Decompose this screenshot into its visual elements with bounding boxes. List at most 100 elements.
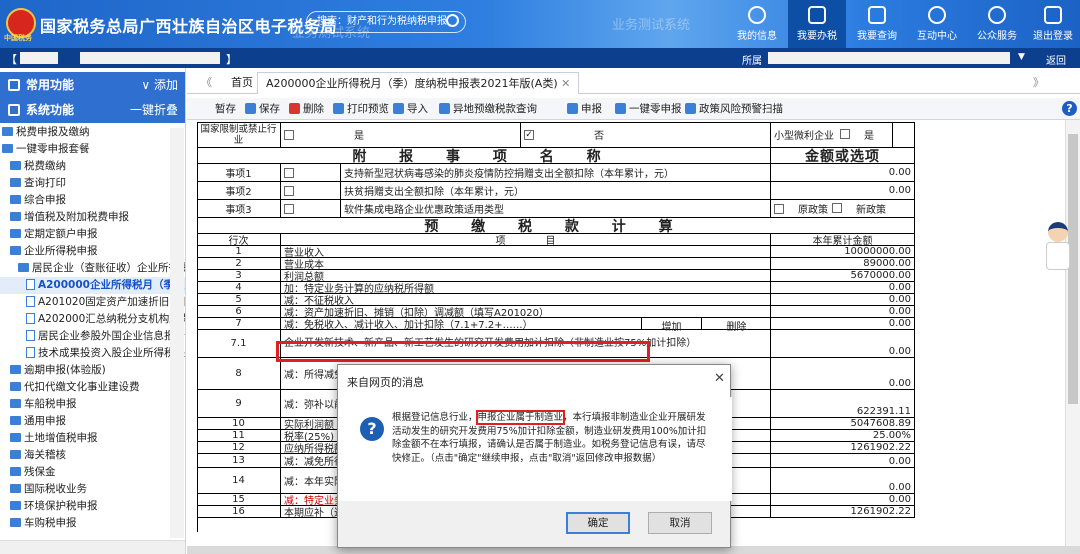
row-amount[interactable]: 89000.00: [771, 258, 915, 269]
matter-value[interactable]: 0.00: [771, 164, 915, 181]
sidebar-item[interactable]: 车购税申报: [0, 515, 185, 532]
row-amount[interactable]: 1261902.22: [771, 506, 915, 517]
nav-do-tax[interactable]: 我要办税: [788, 0, 846, 48]
sidebar-item[interactable]: 查询打印: [0, 175, 185, 192]
restricted-yes[interactable]: 是: [281, 122, 521, 147]
sidebar-scrollbar[interactable]: [170, 128, 184, 538]
checkbox-checked[interactable]: ✓: [524, 129, 534, 140]
row-amount[interactable]: 622391.11: [771, 390, 915, 417]
toolbar-button[interactable]: 删除: [289, 101, 324, 117]
sidebar-item[interactable]: A200000企业所得税月（季）度: [0, 277, 185, 294]
nav-public-service[interactable]: 公众服务: [968, 0, 1026, 48]
toolbar-button[interactable]: 打印预览: [333, 101, 389, 117]
form-toolbar: 暂存 保存 删除 打印预览 导入 异地预缴税款查询 申报 一键零申报 政策风险预警扫描: [187, 98, 1080, 120]
sidebar-item[interactable]: 海关稽核: [0, 447, 185, 464]
row-amount[interactable]: 1261902.22: [771, 442, 915, 453]
folder-icon: [10, 450, 21, 459]
help-icon[interactable]: ?: [1062, 101, 1077, 116]
sidebar-item[interactable]: 技术成果投资入股企业所得税递延: [0, 345, 185, 362]
close-icon[interactable]: ✕: [561, 77, 570, 90]
row-amount[interactable]: 0.00: [771, 468, 915, 493]
row-amount[interactable]: 0.00: [771, 330, 915, 357]
toolbar-button[interactable]: 一键零申报: [615, 101, 682, 117]
checkbox[interactable]: [832, 203, 842, 213]
row-amount[interactable]: 25.00%: [771, 430, 915, 441]
row-amount[interactable]: 0.00: [771, 318, 915, 329]
checkbox[interactable]: [774, 203, 784, 214]
collapse-all-button[interactable]: 一键折叠: [130, 97, 178, 123]
org-select[interactable]: [768, 52, 1010, 64]
cancel-button[interactable]: 取消: [648, 512, 712, 534]
close-icon[interactable]: ✕: [714, 371, 725, 386]
row-amount[interactable]: 10000000.00: [771, 246, 915, 257]
checkbox[interactable]: [284, 167, 294, 178]
tax-officer-mascot[interactable]: [1044, 222, 1072, 278]
matter-checkbox[interactable]: [281, 182, 341, 199]
back-button[interactable]: 返回: [1046, 52, 1066, 67]
toolbar-button[interactable]: 导入: [393, 101, 428, 117]
nav-my-info[interactable]: 我的信息: [728, 0, 786, 48]
sidebar-item[interactable]: 代扣代缴文化事业建设费: [0, 379, 185, 396]
sidebar-item[interactable]: 企业所得税申报: [0, 243, 185, 260]
matter-checkbox[interactable]: [281, 164, 341, 181]
row-amount[interactable]: 5670000.00: [771, 270, 915, 281]
sidebar-item[interactable]: 增值税及附加税费申报: [0, 209, 185, 226]
sidebar-item[interactable]: 残保金: [0, 464, 185, 481]
nav-logout[interactable]: 退出登录: [1024, 0, 1080, 48]
restricted-no[interactable]: ✓ 否: [521, 122, 771, 147]
sidebar-item[interactable]: 居民企业参股外国企业信息报告表: [0, 328, 185, 345]
tab-a200000[interactable]: A200000企业所得税月（季）度纳税申报表2021年版(A类) ✕: [257, 72, 580, 94]
sidebar-item[interactable]: 通用申报: [0, 413, 185, 430]
row-amount[interactable]: 5047608.89: [771, 418, 915, 429]
sidebar-item[interactable]: 车船税申报: [0, 396, 185, 413]
checkbox[interactable]: [284, 185, 294, 196]
checkbox[interactable]: [284, 203, 294, 214]
search-icon[interactable]: [446, 14, 459, 27]
toolbar-button[interactable]: 保存: [245, 101, 280, 117]
checkbox[interactable]: [840, 129, 850, 139]
add-button[interactable]: ∨ 添加: [141, 72, 178, 98]
common-functions-header[interactable]: 常用功能 ∨ 添加: [0, 72, 185, 98]
sidebar-hscrollbar[interactable]: [0, 540, 185, 554]
sidebar-item[interactable]: 国际税收业务: [0, 481, 185, 498]
sidebar-item[interactable]: 环境保护税申报: [0, 498, 185, 515]
form-scrollbar[interactable]: [1065, 120, 1080, 550]
row-amount[interactable]: 0.00: [771, 306, 915, 317]
sidebar-item[interactable]: 居民企业（查账征收）企业所得税: [0, 260, 185, 277]
tab-prev-button[interactable]: 《: [193, 72, 220, 94]
sidebar-item[interactable]: 逾期申报(体验版): [0, 362, 185, 379]
tab-next-button[interactable]: 》: [1025, 72, 1052, 94]
sidebar-item[interactable]: A201020固定资产加速折旧(扣除: [0, 294, 185, 311]
toolbar-button[interactable]: 政策风险预警扫描: [685, 101, 783, 117]
delete-row-button[interactable]: 删除: [701, 318, 771, 333]
matter-value[interactable]: 0.00: [771, 182, 915, 199]
row-amount[interactable]: 0.00: [771, 454, 915, 467]
nav-interaction[interactable]: 互动中心: [908, 0, 966, 48]
toolbar-button[interactable]: 暂存: [215, 101, 236, 117]
search-input[interactable]: 搜索：财产和行为税纳税申报: [306, 11, 466, 33]
sidebar-item[interactable]: 定期定额户申报: [0, 226, 185, 243]
toolbar-button[interactable]: 申报: [567, 101, 602, 117]
sidebar-item[interactable]: 税费申报及缴纳: [0, 124, 185, 141]
row-amount[interactable]: 0.00: [771, 494, 915, 505]
message-dialog: 来自网页的消息 ✕ ? 根据登记信息行业，申报企业属于制造业，本行填报非制造业企…: [337, 364, 732, 548]
tab-home[interactable]: 首页: [223, 72, 261, 94]
sidebar-item[interactable]: 一键零申报套餐: [0, 141, 185, 158]
add-row-button[interactable]: 增加: [641, 318, 701, 333]
small-profit-yes[interactable]: 小型微利企业是: [771, 122, 893, 147]
sidebar-item[interactable]: 税费缴纳: [0, 158, 185, 175]
row-amount[interactable]: 0.00: [771, 294, 915, 305]
checkbox[interactable]: [284, 129, 294, 140]
matter-options[interactable]: 原政策 新政策: [771, 200, 915, 217]
ok-button[interactable]: 确定: [566, 512, 630, 534]
row-amount[interactable]: 0.00: [771, 358, 915, 389]
system-functions-header[interactable]: 系统功能 一键折叠: [0, 97, 185, 123]
toolbar-button[interactable]: 异地预缴税款查询: [439, 101, 537, 117]
sidebar-item[interactable]: A202000汇总纳税分支机构所得税: [0, 311, 185, 328]
nav-query[interactable]: 我要查询: [848, 0, 906, 48]
row-amount[interactable]: 0.00: [771, 282, 915, 293]
matter-checkbox[interactable]: [281, 200, 341, 217]
chevron-down-icon[interactable]: ▼: [1018, 52, 1025, 62]
sidebar-item[interactable]: 综合申报: [0, 192, 185, 209]
sidebar-item[interactable]: 土地增值税申报: [0, 430, 185, 447]
